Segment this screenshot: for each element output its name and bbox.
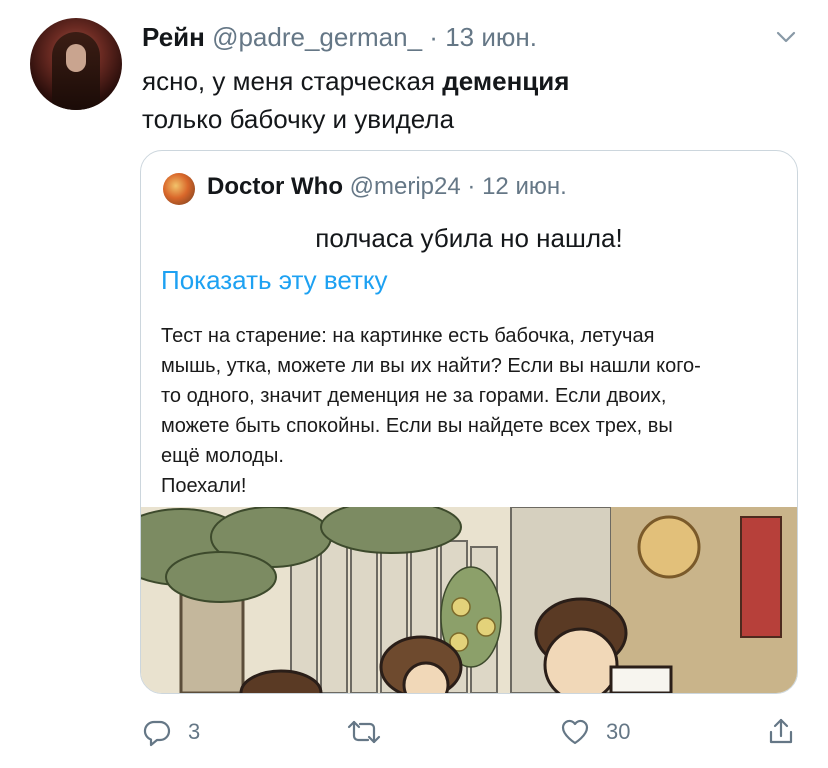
retweet-button[interactable] <box>346 712 398 752</box>
reply-button[interactable]: 3 <box>142 712 200 752</box>
tweet-header: Рейн @padre_german_ · 13 июн. <box>142 22 537 53</box>
illustration-drawing <box>141 507 797 693</box>
tweet-text-line2: только бабочку и увидела <box>142 104 455 134</box>
caption-line: то одного, значит деменция не за горами.… <box>161 385 667 407</box>
tweet-actions: 3 30 <box>0 712 828 752</box>
image-caption: Тест на старение: на картинке есть бабоч… <box>161 321 761 501</box>
tweet-text-bold: деменция <box>442 66 570 96</box>
heart-icon <box>561 719 589 745</box>
quoted-author-name: Doctor Who <box>207 173 343 200</box>
caption-line: Тест на старение: на картинке есть бабоч… <box>161 325 655 347</box>
caption-line: Поехали! <box>161 475 247 497</box>
like-button[interactable]: 30 <box>560 712 630 752</box>
quoted-tweet-text: полчаса убила но нашла! <box>315 223 623 253</box>
quoted-author-handle: @merip24 <box>349 173 461 200</box>
quoted-tweet-header: Doctor Who @merip24 · 12 июн. <box>207 173 567 201</box>
tweet-text-line1: ясно, у меня старческая <box>142 66 443 96</box>
retweet-icon <box>347 720 381 744</box>
author-name[interactable]: Рейн <box>142 22 205 52</box>
quoted-author-avatar[interactable] <box>163 173 195 205</box>
quoted-header-separator: · <box>467 173 476 200</box>
tweet-text: ясно, у меня старческая деменция только … <box>142 62 569 138</box>
reply-count: 3 <box>188 719 201 744</box>
quoted-tweet-date: 12 июн. <box>482 173 567 200</box>
show-thread-link[interactable]: Показать эту ветку <box>161 265 388 296</box>
author-avatar[interactable] <box>30 18 122 110</box>
caption-line: мышь, утка, можете ли вы их найти? Если … <box>161 355 701 377</box>
tweet-date[interactable]: 13 июн. <box>445 22 537 52</box>
header-separator: · <box>429 22 438 52</box>
author-handle[interactable]: @padre_german_ <box>212 22 422 52</box>
quoted-tweet-card[interactable]: Doctor Who @merip24 · 12 июн. полчаса уб… <box>140 150 798 694</box>
share-icon <box>769 718 793 744</box>
like-count: 30 <box>606 719 631 744</box>
caption-line: ещё молоды. <box>161 445 284 467</box>
avatar-face <box>66 44 86 72</box>
chevron-down-icon[interactable] <box>774 28 798 46</box>
caption-line: можете быть спокойны. Если вы найдете вс… <box>161 415 673 437</box>
illustration-image[interactable] <box>141 507 797 693</box>
reply-icon <box>143 720 171 747</box>
share-button[interactable] <box>766 712 796 752</box>
